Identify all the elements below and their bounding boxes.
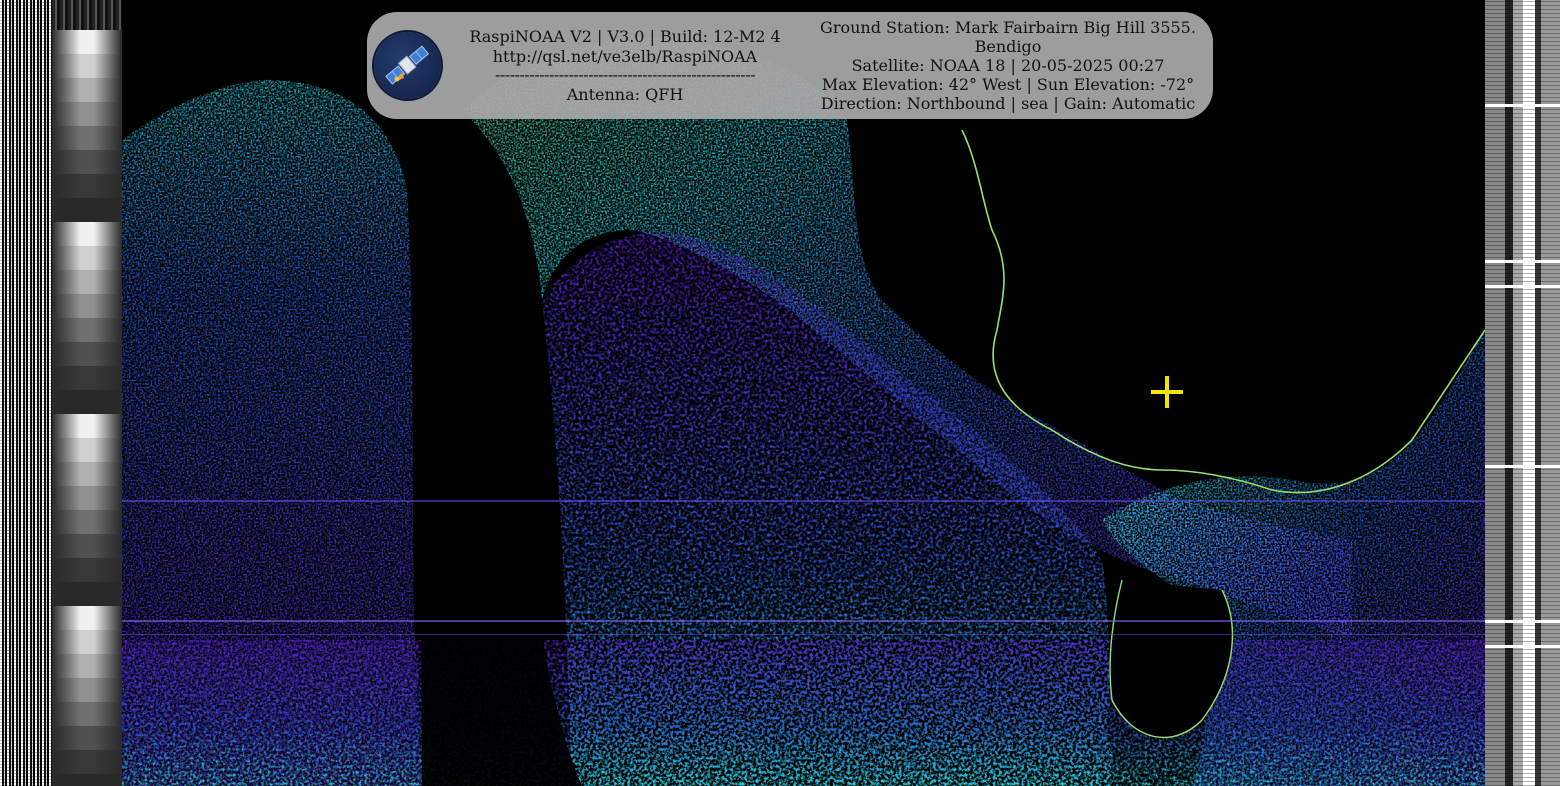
telemetry-tick: [1485, 260, 1560, 263]
cloud-band-bottom: [122, 640, 1485, 786]
direction-line: Direction: Northbound | sea | Gain: Auto…: [820, 94, 1196, 113]
calibration-wedge: [52, 222, 122, 414]
ground-station-line: Ground Station: Mark Fairbairn Big Hill …: [820, 18, 1196, 37]
telemetry-tick: [1485, 285, 1560, 288]
app-version-line: RaspiNOAA V2 | V3.0 | Build: 12-M2 4: [469, 27, 781, 46]
telemetry-tick: [1485, 645, 1560, 648]
telemetry-tick: [1485, 104, 1560, 107]
overlay-pass-info: Ground Station: Mark Fairbairn Big Hill …: [808, 18, 1208, 113]
telemetry-tick: [1485, 465, 1560, 468]
overlay-divider: ----------------------------------------…: [494, 65, 756, 84]
satellite-icon: [374, 32, 441, 99]
calibration-wedge: [52, 30, 122, 222]
elevation-line: Max Elevation: 42° West | Sun Elevation:…: [821, 75, 1195, 94]
satellite-pass-line: Satellite: NOAA 18 | 20-05-2025 00:27: [851, 56, 1165, 75]
sync-a-stripes: [0, 0, 52, 786]
crosshair-icon: [1151, 376, 1183, 408]
ground-station-city: Bendigo: [974, 37, 1042, 56]
calibration-wedge: [52, 606, 122, 786]
telemetry-right: [1485, 0, 1560, 786]
calibration-wedge: [52, 414, 122, 606]
satellite-image-viewer: RaspiNOAA V2 | V3.0 | Build: 12-M2 4 htt…: [0, 0, 1560, 786]
telemetry-wedges-left: [52, 0, 122, 786]
overlay-app-info: RaspiNOAA V2 | V3.0 | Build: 12-M2 4 htt…: [450, 27, 800, 105]
antenna-info: Antenna: QFH: [566, 85, 684, 104]
project-url: http://qsl.net/ve3elb/RaspiNOAA: [492, 47, 758, 66]
telemetry-tick: [1485, 620, 1560, 623]
